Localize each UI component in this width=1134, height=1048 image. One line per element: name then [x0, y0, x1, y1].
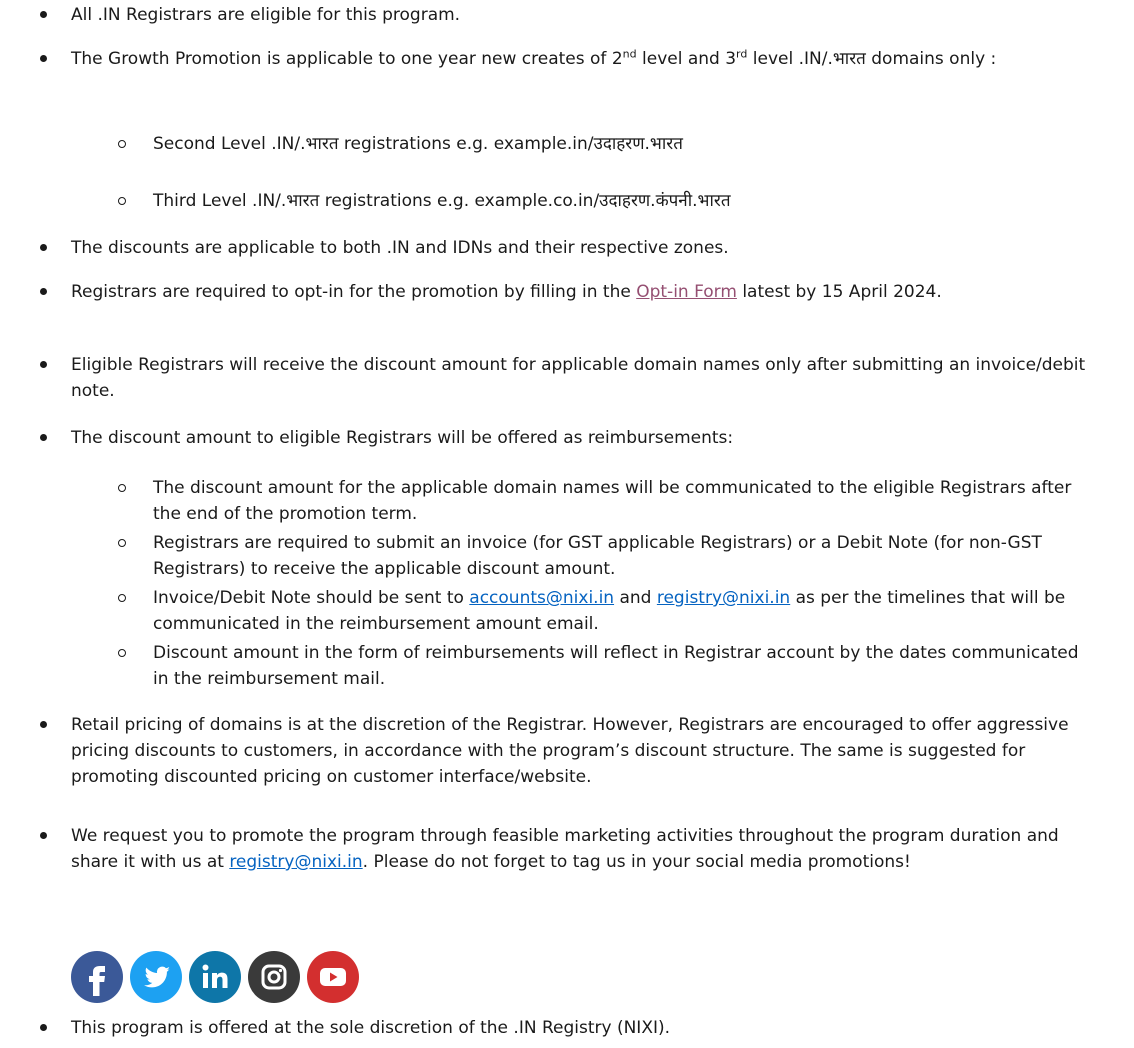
bullet — [40, 832, 47, 839]
sub-list-item-text: Invoice/Debit Note should be sent to acc… — [153, 588, 1066, 634]
linkedin-icon[interactable] — [188, 950, 242, 1004]
sub-list-item-text: The discount amount for the applicable d… — [153, 478, 1072, 524]
sub-list-item-text: Third Level .IN/.भारत registrations e.g.… — [153, 191, 731, 211]
twitter-icon[interactable] — [129, 950, 183, 1004]
list-item-text: This program is offered at the sole disc… — [71, 1018, 671, 1038]
list-item-text: The discount amount to eligible Registra… — [71, 428, 734, 448]
document-page: All .IN Registrars are eligible for this… — [0, 0, 1134, 1048]
bullet — [40, 244, 47, 251]
list-item-text: We request you to promote the program th… — [71, 826, 1059, 872]
sub-bullet — [118, 539, 126, 547]
bullet — [40, 361, 47, 368]
sub-bullet — [118, 484, 126, 492]
accounts-email-link[interactable]: accounts@nixi.in — [469, 588, 614, 608]
bullet — [40, 11, 47, 18]
bullet — [40, 721, 47, 728]
sub-bullet — [118, 197, 126, 205]
list-item-text: The discounts are applicable to both .IN… — [71, 238, 729, 258]
bullet — [40, 55, 47, 62]
sub-bullet — [118, 649, 126, 657]
sub-list-item-text: Discount amount in the form of reimburse… — [153, 643, 1079, 689]
sub-bullet — [118, 140, 126, 148]
list-item-text: Retail pricing of domains is at the disc… — [71, 715, 1069, 787]
opt-in-form-link[interactable]: Opt-in Form — [636, 282, 737, 302]
bullet — [40, 434, 47, 441]
registry-email-link[interactable]: registry@nixi.in — [229, 852, 362, 872]
bullet — [40, 288, 47, 295]
sub-list-item-text: Registrars are required to submit an inv… — [153, 533, 1042, 579]
bullet — [40, 1024, 47, 1031]
list-item-text: The Growth Promotion is applicable to on… — [71, 47, 997, 69]
youtube-icon[interactable] — [306, 950, 360, 1004]
list-item-text: Registrars are required to opt-in for th… — [71, 282, 942, 302]
facebook-icon[interactable] — [70, 950, 124, 1004]
registry-email-link[interactable]: registry@nixi.in — [657, 588, 790, 608]
sub-list-item-text: Second Level .IN/.भारत registrations e.g… — [153, 134, 683, 154]
list-item-text: Eligible Registrars will receive the dis… — [71, 355, 1086, 401]
list-item-text: All .IN Registrars are eligible for this… — [71, 5, 461, 25]
instagram-icon[interactable] — [247, 950, 301, 1004]
sub-bullet — [118, 594, 126, 602]
